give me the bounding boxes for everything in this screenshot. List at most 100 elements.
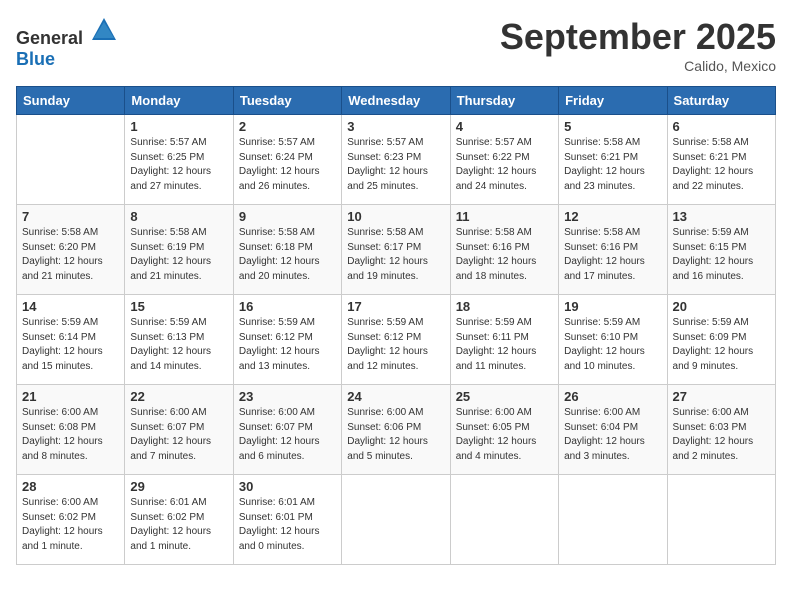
day-number: 30: [239, 479, 336, 494]
day-info: Sunrise: 5:57 AM Sunset: 6:22 PM Dayligh…: [456, 136, 553, 194]
day-info: Sunrise: 5:58 AM Sunset: 6:16 PM Dayligh…: [456, 226, 553, 284]
page-header: General Blue September 2025 Calido, Mexi…: [16, 16, 776, 74]
calendar-cell: 4 Sunrise: 5:57 AM Sunset: 6:22 PM Daylig…: [450, 115, 558, 205]
day-number: 17: [347, 299, 444, 314]
day-info: Sunrise: 6:00 AM Sunset: 6:06 PM Dayligh…: [347, 406, 444, 464]
day-info: Sunrise: 5:58 AM Sunset: 6:21 PM Dayligh…: [673, 136, 770, 194]
day-number: 2: [239, 119, 336, 134]
calendar-cell: 12 Sunrise: 5:58 AM Sunset: 6:16 PM Dayli…: [559, 205, 667, 295]
logo-blue: Blue: [16, 49, 55, 69]
day-number: 21: [22, 389, 119, 404]
calendar-cell: 9Sunrise: 5:58 AM Sunset: 6:18 PM Daylig…: [233, 205, 341, 295]
calendar-cell: 11 Sunrise: 5:58 AM Sunset: 6:16 PM Dayli…: [450, 205, 558, 295]
day-number: 15: [130, 299, 227, 314]
calendar-cell: [559, 475, 667, 565]
calendar-cell: 16Sunrise: 5:59 AM Sunset: 6:12 PM Dayli…: [233, 295, 341, 385]
calendar-cell: 25 Sunrise: 6:00 AM Sunset: 6:05 PM Dayli…: [450, 385, 558, 475]
day-number: 11: [456, 209, 553, 224]
day-number: 3: [347, 119, 444, 134]
calendar-cell: 19 Sunrise: 5:59 AM Sunset: 6:10 PM Dayli…: [559, 295, 667, 385]
day-info: Sunrise: 5:58 AM Sunset: 6:19 PM Dayligh…: [130, 226, 227, 284]
calendar-cell: 22Sunrise: 6:00 AM Sunset: 6:07 PM Dayli…: [125, 385, 233, 475]
day-info: Sunrise: 6:00 AM Sunset: 6:04 PM Dayligh…: [564, 406, 661, 464]
day-info: Sunrise: 5:57 AM Sunset: 6:25 PM Dayligh…: [130, 136, 227, 194]
calendar-cell: 27 Sunrise: 6:00 AM Sunset: 6:03 PM Dayli…: [667, 385, 775, 475]
day-header-friday: Friday: [559, 87, 667, 115]
calendar-cell: 13 Sunrise: 5:59 AM Sunset: 6:15 PM Dayli…: [667, 205, 775, 295]
calendar-cell: 21 Sunrise: 6:00 AM Sunset: 6:08 PM Dayli…: [17, 385, 125, 475]
calendar-cell: 7Sunrise: 5:58 AM Sunset: 6:20 PM Daylig…: [17, 205, 125, 295]
week-row-4: 21 Sunrise: 6:00 AM Sunset: 6:08 PM Dayli…: [17, 385, 776, 475]
week-row-5: 28Sunrise: 6:00 AM Sunset: 6:02 PM Dayli…: [17, 475, 776, 565]
day-info: Sunrise: 5:59 AM Sunset: 6:15 PM Dayligh…: [673, 226, 770, 284]
location: Calido, Mexico: [500, 58, 776, 74]
day-header-thursday: Thursday: [450, 87, 558, 115]
calendar-cell: [667, 475, 775, 565]
week-row-1: 1 Sunrise: 5:57 AM Sunset: 6:25 PM Daylig…: [17, 115, 776, 205]
day-header-sunday: Sunday: [17, 87, 125, 115]
day-number: 4: [456, 119, 553, 134]
calendar-cell: [342, 475, 450, 565]
day-info: Sunrise: 6:00 AM Sunset: 6:02 PM Dayligh…: [22, 496, 119, 554]
day-number: 19: [564, 299, 661, 314]
calendar-cell: 3Sunrise: 5:57 AM Sunset: 6:23 PM Daylig…: [342, 115, 450, 205]
day-info: Sunrise: 5:59 AM Sunset: 6:11 PM Dayligh…: [456, 316, 553, 374]
logo-general: General: [16, 28, 83, 48]
day-info: Sunrise: 5:59 AM Sunset: 6:12 PM Dayligh…: [239, 316, 336, 374]
week-row-3: 14Sunrise: 5:59 AM Sunset: 6:14 PM Dayli…: [17, 295, 776, 385]
day-number: 24: [347, 389, 444, 404]
day-number: 25: [456, 389, 553, 404]
day-number: 5: [564, 119, 661, 134]
calendar-cell: 23 Sunrise: 6:00 AM Sunset: 6:07 PM Dayli…: [233, 385, 341, 475]
day-number: 29: [130, 479, 227, 494]
day-number: 27: [673, 389, 770, 404]
calendar-cell: 18 Sunrise: 5:59 AM Sunset: 6:11 PM Dayli…: [450, 295, 558, 385]
day-number: 10: [347, 209, 444, 224]
day-number: 18: [456, 299, 553, 314]
calendar-cell: 15 Sunrise: 5:59 AM Sunset: 6:13 PM Dayli…: [125, 295, 233, 385]
title-block: September 2025 Calido, Mexico: [500, 16, 776, 74]
calendar-cell: 28Sunrise: 6:00 AM Sunset: 6:02 PM Dayli…: [17, 475, 125, 565]
day-number: 8: [130, 209, 227, 224]
day-info: Sunrise: 5:59 AM Sunset: 6:13 PM Dayligh…: [130, 316, 227, 374]
day-info: Sunrise: 6:00 AM Sunset: 6:03 PM Dayligh…: [673, 406, 770, 464]
day-info: Sunrise: 6:00 AM Sunset: 6:05 PM Dayligh…: [456, 406, 553, 464]
day-info: Sunrise: 5:58 AM Sunset: 6:20 PM Dayligh…: [22, 226, 119, 284]
logo-icon: [90, 16, 118, 44]
calendar-cell: [450, 475, 558, 565]
calendar-cell: 8 Sunrise: 5:58 AM Sunset: 6:19 PM Daylig…: [125, 205, 233, 295]
calendar-cell: 2 Sunrise: 5:57 AM Sunset: 6:24 PM Daylig…: [233, 115, 341, 205]
day-info: Sunrise: 5:59 AM Sunset: 6:10 PM Dayligh…: [564, 316, 661, 374]
calendar-cell: 14Sunrise: 5:59 AM Sunset: 6:14 PM Dayli…: [17, 295, 125, 385]
day-info: Sunrise: 5:58 AM Sunset: 6:18 PM Dayligh…: [239, 226, 336, 284]
day-number: 26: [564, 389, 661, 404]
day-info: Sunrise: 5:59 AM Sunset: 6:09 PM Dayligh…: [673, 316, 770, 374]
day-info: Sunrise: 5:57 AM Sunset: 6:24 PM Dayligh…: [239, 136, 336, 194]
logo-text: General Blue: [16, 16, 118, 70]
calendar-cell: 24 Sunrise: 6:00 AM Sunset: 6:06 PM Dayli…: [342, 385, 450, 475]
day-number: 12: [564, 209, 661, 224]
day-header-monday: Monday: [125, 87, 233, 115]
calendar-cell: 26 Sunrise: 6:00 AM Sunset: 6:04 PM Dayli…: [559, 385, 667, 475]
calendar-cell: 17 Sunrise: 5:59 AM Sunset: 6:12 PM Dayli…: [342, 295, 450, 385]
day-info: Sunrise: 6:01 AM Sunset: 6:01 PM Dayligh…: [239, 496, 336, 554]
day-header-tuesday: Tuesday: [233, 87, 341, 115]
day-info: Sunrise: 6:01 AM Sunset: 6:02 PM Dayligh…: [130, 496, 227, 554]
day-number: 1: [130, 119, 227, 134]
day-info: Sunrise: 5:59 AM Sunset: 6:12 PM Dayligh…: [347, 316, 444, 374]
calendar-cell: 6 Sunrise: 5:58 AM Sunset: 6:21 PM Daylig…: [667, 115, 775, 205]
calendar-cell: 30 Sunrise: 6:01 AM Sunset: 6:01 PM Dayli…: [233, 475, 341, 565]
day-info: Sunrise: 6:00 AM Sunset: 6:07 PM Dayligh…: [239, 406, 336, 464]
day-info: Sunrise: 6:00 AM Sunset: 6:08 PM Dayligh…: [22, 406, 119, 464]
calendar-cell: 1 Sunrise: 5:57 AM Sunset: 6:25 PM Daylig…: [125, 115, 233, 205]
day-number: 23: [239, 389, 336, 404]
calendar-cell: 20Sunrise: 5:59 AM Sunset: 6:09 PM Dayli…: [667, 295, 775, 385]
day-header-wednesday: Wednesday: [342, 87, 450, 115]
day-info: Sunrise: 5:58 AM Sunset: 6:16 PM Dayligh…: [564, 226, 661, 284]
month-title: September 2025: [500, 16, 776, 58]
calendar-cell: 5Sunrise: 5:58 AM Sunset: 6:21 PM Daylig…: [559, 115, 667, 205]
calendar-table: SundayMondayTuesdayWednesdayThursdayFrid…: [16, 86, 776, 565]
day-number: 6: [673, 119, 770, 134]
day-number: 14: [22, 299, 119, 314]
day-number: 13: [673, 209, 770, 224]
